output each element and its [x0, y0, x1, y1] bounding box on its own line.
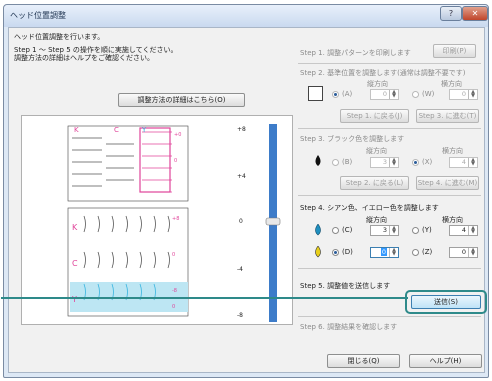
step2-vertical-header: 縦方向 — [367, 80, 388, 88]
step4-cyan-horizontal-spinner[interactable]: 4 ▲ ▼ — [449, 225, 478, 236]
step3-vertical-header: 縦方向 — [366, 147, 387, 155]
divider — [298, 316, 481, 317]
divider — [298, 195, 481, 196]
step2-horizontal-value: 0 — [461, 90, 466, 98]
step2-back-button[interactable]: Step 2. に戻る(L) — [340, 176, 409, 190]
step3-next-button[interactable]: Step 3. に進む(T) — [416, 109, 479, 123]
step3-vertical-value: 3 — [382, 158, 387, 166]
spinner-arrows-icon: ▲ ▼ — [389, 158, 398, 167]
radio-c[interactable] — [332, 227, 339, 234]
window-title: ヘッド位置調整 — [10, 11, 66, 20]
step4-cyan-vertical-spinner[interactable]: 3 ▲ ▼ — [370, 225, 399, 236]
step3-horizontal-header: 横方向 — [442, 147, 463, 155]
radio-w[interactable] — [412, 91, 419, 98]
radio-a[interactable] — [332, 91, 339, 98]
radio-a-label: (A) — [342, 90, 353, 98]
radio-b-label: (B) — [342, 158, 353, 166]
radio-y[interactable] — [412, 227, 419, 234]
divider — [298, 268, 481, 269]
radio-w-label: (W) — [422, 90, 435, 98]
step4-yellow-horizontal-value: 0 — [461, 248, 466, 256]
spinner-arrows-icon: ▲ ▼ — [468, 90, 477, 99]
step4-label: Step 4. シアン色、イエロー色を調整します — [300, 204, 439, 212]
radio-z-label: (Z) — [422, 248, 433, 256]
divider — [298, 128, 481, 129]
step3-horizontal-value: 4 — [461, 158, 466, 166]
radio-d-label: (D) — [342, 248, 353, 256]
radio-x-label: (X) — [422, 158, 433, 166]
dialog-body: ヘッド位置調整を行います。 Step 1 ～ Step 5 の操作を順に実施して… — [1, 27, 487, 373]
black-ink-drop-icon — [315, 155, 321, 166]
step6-label: Step 6. 調整結果を確認します — [300, 323, 398, 331]
title-bar: ヘッド位置調整 ? ✕ — [4, 5, 488, 27]
close-button[interactable]: 閉じる(Q) — [327, 354, 400, 368]
step4-yellow-vertical-value: 0 — [380, 248, 387, 256]
step2-horizontal-spinner[interactable]: 0 ▲ ▼ — [449, 89, 478, 100]
step3-label: Step 3. ブラック色を調整します — [300, 135, 405, 143]
step5-label: Step 5. 調整値を送信します — [300, 282, 391, 290]
dialog-window: ヘッド位置調整 ? ✕ ヘッド位置調整を行います。 Step 1 ～ Step … — [1, 4, 489, 378]
radio-x[interactable] — [412, 159, 419, 166]
help-title-button[interactable]: ? — [440, 6, 462, 21]
print-button[interactable]: 印刷(P) — [433, 44, 476, 58]
radio-c-label: (C) — [342, 226, 353, 234]
step3-horizontal-spinner[interactable]: 4 ▲ ▼ — [449, 157, 478, 168]
step4-cyan-horizontal-value: 4 — [461, 226, 466, 234]
step1-back-button[interactable]: Step 1. に戻る(J) — [340, 109, 409, 123]
cyan-ink-drop-icon — [315, 224, 321, 236]
step4-cyan-vertical-value: 3 — [382, 226, 387, 234]
step2-vertical-value: 0 — [382, 90, 387, 98]
spinner-arrows-icon: ▲ ▼ — [389, 226, 398, 235]
spinner-arrows-icon: ▲ ▼ — [389, 90, 398, 99]
step4-vertical-header: 縦方向 — [366, 216, 387, 224]
spinner-arrows-icon: ▲ ▼ — [389, 248, 398, 257]
send-button[interactable]: 送信(S) — [411, 295, 481, 309]
spinner-arrows-icon: ▲ ▼ — [468, 248, 477, 257]
step4-next-button[interactable]: Step 4. に進む(M) — [416, 176, 479, 190]
step2-horizontal-header: 横方向 — [441, 80, 462, 88]
step1-label: Step 1. 調整パターンを印刷します — [300, 49, 411, 57]
step4-yellow-horizontal-spinner[interactable]: 0 ▲ ▼ — [449, 247, 478, 258]
spinner-arrows-icon: ▲ ▼ — [468, 158, 477, 167]
divider — [298, 63, 481, 64]
radio-b[interactable] — [332, 159, 339, 166]
step4-horizontal-header: 横方向 — [442, 216, 463, 224]
step2-swatch — [308, 86, 323, 101]
step4-yellow-vertical-spinner[interactable]: 0 ▲ ▼ — [370, 247, 399, 258]
step2-label: Step 2. 基準位置を調整します(通常は調整不要です) — [300, 69, 466, 77]
spinner-arrows-icon: ▲ ▼ — [468, 226, 477, 235]
close-window-button[interactable]: ✕ — [462, 6, 488, 21]
step3-vertical-spinner[interactable]: 3 ▲ ▼ — [370, 157, 399, 168]
radio-y-label: (Y) — [422, 226, 432, 234]
step2-vertical-spinner[interactable]: 0 ▲ ▼ — [370, 89, 399, 100]
yellow-ink-drop-icon — [315, 246, 321, 258]
radio-z[interactable] — [412, 249, 419, 256]
help-button[interactable]: ヘルプ(H) — [409, 354, 482, 368]
radio-d[interactable] — [332, 249, 339, 256]
